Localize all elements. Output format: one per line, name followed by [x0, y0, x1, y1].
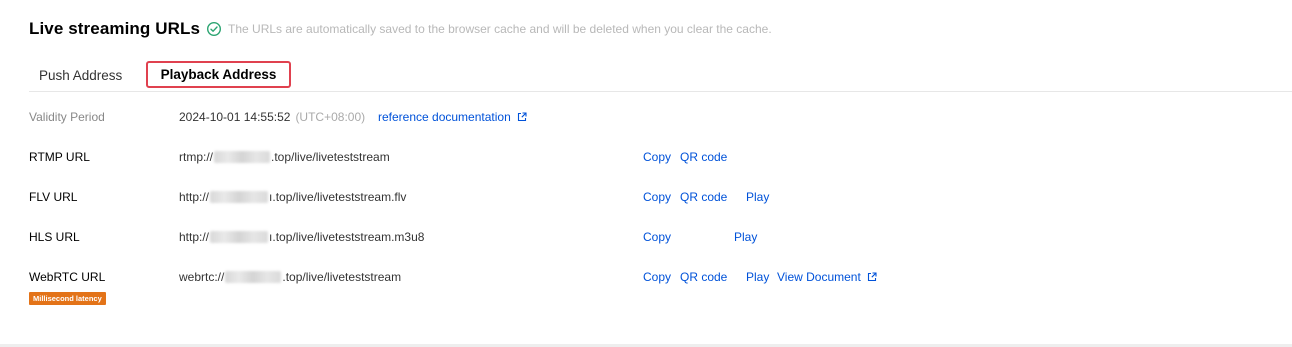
latency-badge: Millisecond latency [29, 292, 106, 305]
webrtc-play-button[interactable]: Play [746, 270, 769, 284]
cache-note: The URLs are automatically saved to the … [228, 22, 772, 36]
hls-copy-button[interactable]: Copy [643, 230, 671, 244]
webrtc-qr-button[interactable]: QR code [680, 270, 727, 284]
rtmp-url-suffix: .top/live/liveteststream [271, 150, 390, 164]
reference-doc-link[interactable]: reference documentation [378, 110, 527, 124]
validity-timezone: (UTC+08:00) [295, 110, 366, 124]
view-document-label: View Document [777, 270, 861, 284]
redacted-domain [214, 151, 271, 163]
hls-url-prefix: http:// [179, 230, 210, 244]
page-title: Live streaming URLs [29, 19, 201, 38]
tab-playback-address[interactable]: Playback Address [146, 61, 291, 88]
webrtc-url-prefix: webrtc:// [179, 270, 225, 284]
flv-copy-button[interactable]: Copy [643, 190, 671, 204]
tab-push-address[interactable]: Push Address [39, 60, 122, 90]
flv-label: FLV URL [29, 190, 78, 204]
address-tabs: Push Address Playback Address [29, 60, 1292, 92]
redacted-domain [225, 271, 282, 283]
flv-url: http:// ı.top/live/liveteststream.flv [179, 190, 406, 204]
external-link-icon [867, 272, 877, 282]
webrtc-url: webrtc:// .top/live/liveteststream [179, 270, 401, 284]
check-circle-icon [206, 21, 222, 37]
redacted-domain [210, 231, 269, 243]
page-header: Live streaming URLs The URLs are automat… [29, 19, 772, 39]
view-document-link[interactable]: View Document [777, 270, 877, 284]
hls-url-suffix: ı.top/live/liveteststream.m3u8 [269, 230, 425, 244]
rtmp-url: rtmp:// .top/live/liveteststream [179, 150, 390, 164]
webrtc-label: WebRTC URL [29, 270, 106, 284]
hls-label: HLS URL [29, 230, 80, 244]
rtmp-label: RTMP URL [29, 150, 90, 164]
external-link-icon [517, 112, 527, 122]
redacted-domain [210, 191, 269, 203]
flv-url-suffix: ı.top/live/liveteststream.flv [269, 190, 407, 204]
hls-play-button[interactable]: Play [734, 230, 757, 244]
validity-date: 2024-10-01 14:55:52 [179, 110, 291, 124]
rtmp-qr-button[interactable]: QR code [680, 150, 727, 164]
validity-value: 2024-10-01 14:55:52 (UTC+08:00) [179, 110, 365, 124]
rtmp-copy-button[interactable]: Copy [643, 150, 671, 164]
webrtc-url-suffix: .top/live/liveteststream [282, 270, 402, 284]
hls-url: http:// ı.top/live/liveteststream.m3u8 [179, 230, 424, 244]
reference-doc-label: reference documentation [378, 110, 511, 124]
webrtc-copy-button[interactable]: Copy [643, 270, 671, 284]
validity-label: Validity Period [29, 110, 105, 124]
flv-play-button[interactable]: Play [746, 190, 769, 204]
flv-qr-button[interactable]: QR code [680, 190, 727, 204]
flv-url-prefix: http:// [179, 190, 210, 204]
rtmp-url-prefix: rtmp:// [179, 150, 214, 164]
